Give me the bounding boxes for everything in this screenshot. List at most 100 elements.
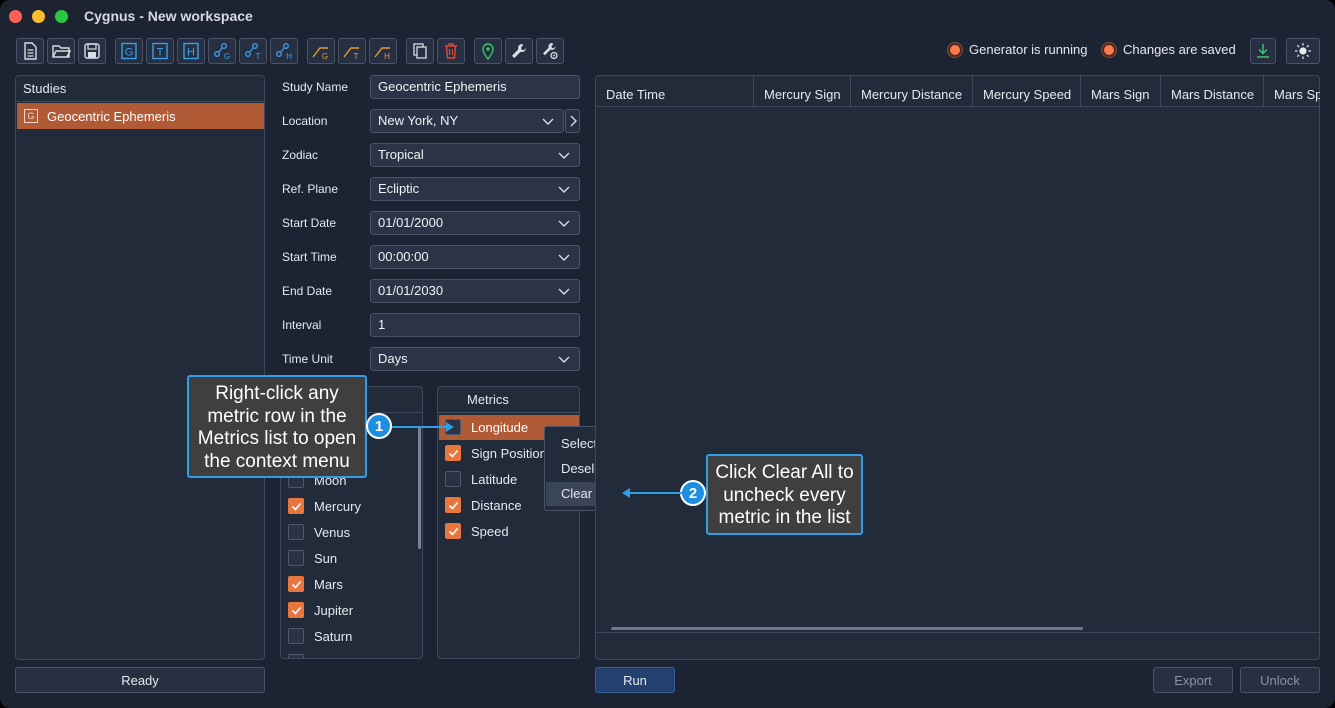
h-chart-button[interactable]: H [270,38,298,64]
open-folder-button[interactable] [47,38,75,64]
end-date-value: 01/01/2030 [378,283,444,298]
study-item[interactable]: G Geocentric Ephemeris [17,103,264,129]
time-unit-value: Days [378,351,408,366]
step-1-badge: 1 [366,413,392,439]
start-date-select[interactable]: 01/01/2000 [370,211,580,235]
list-item[interactable]: Ur [288,650,328,658]
column-header-mercury-sign[interactable]: Mercury Sign [754,76,851,106]
delete-button[interactable] [437,38,465,64]
t-chart-button[interactable]: T [239,38,267,64]
list-item[interactable]: Distance [445,493,522,517]
checkmark-icon [448,501,458,510]
start-time-select[interactable]: 00:00:00 [370,245,580,269]
minimize-window-button[interactable] [32,10,45,23]
list-item[interactable]: Mercury [288,494,361,518]
checkbox[interactable] [288,576,304,592]
time-unit-select[interactable]: Days [370,347,580,371]
download-button[interactable] [1250,38,1276,64]
table-horizontal-scrollbar[interactable] [611,627,1083,630]
checkbox[interactable] [445,523,461,539]
list-item[interactable]: Sun [288,546,337,570]
ref-plane-select[interactable]: Ecliptic [370,177,580,201]
body-label: Mars [314,576,343,592]
chevron-down-icon [558,186,570,193]
location-pin-icon [482,43,494,61]
save-status: Changes are saved [1102,42,1236,57]
ready-status-button[interactable]: Ready [15,667,265,693]
table-divider [596,632,1319,633]
g-study-button[interactable]: G [115,38,143,64]
app-window: Cygnus - New workspace G T H G T H G T H… [0,0,1335,708]
checkbox[interactable] [445,445,461,461]
list-item[interactable]: Latitude [445,467,517,491]
t-line-icon: T [343,47,359,61]
chevron-down-icon [558,288,570,295]
h-study-icon: H [183,42,199,60]
g-line-button[interactable]: G [307,38,335,64]
wrench-button[interactable] [505,38,533,64]
list-item[interactable]: Venus [288,520,350,544]
location-next-button[interactable] [565,109,580,133]
interval-input[interactable]: 1 [370,313,580,337]
theme-toggle-button[interactable] [1286,38,1320,64]
results-table [595,75,1320,660]
column-header-mercury-speed[interactable]: Mercury Speed [973,76,1081,106]
h-line-icon: H [374,47,390,61]
interval-label: Interval [282,318,322,332]
export-button[interactable]: Export [1153,667,1233,693]
t-chart-icon: T [245,43,261,61]
g-chart-button[interactable]: G [208,38,236,64]
copy-button[interactable] [406,38,434,64]
h-study-button[interactable]: H [177,38,205,64]
location-label: Location [282,114,328,128]
column-header-mars-sign[interactable]: Mars Sign [1081,76,1161,106]
t-line-button[interactable]: T [338,38,366,64]
checkbox[interactable] [445,497,461,513]
checkbox[interactable] [288,628,304,644]
checkbox[interactable] [445,471,461,487]
bodies-scrollbar[interactable] [418,427,421,549]
svg-text:T: T [256,52,261,61]
body-label: Jupiter [314,602,354,618]
sun-icon [1295,43,1311,59]
save-button[interactable] [78,38,106,64]
callout-step-1: Right-click any metric row in the Metric… [187,375,367,478]
checkbox[interactable] [288,550,304,566]
column-header-mars-speed[interactable]: Mars Sp [1264,76,1320,106]
close-window-button[interactable] [9,10,22,23]
list-item[interactable]: Saturn [288,624,352,648]
location-button[interactable] [474,38,502,64]
checkmark-icon [291,502,301,511]
study-name-input[interactable]: Geocentric Ephemeris [370,75,580,99]
save-status-text: Changes are saved [1123,42,1236,57]
t-study-button[interactable]: T [146,38,174,64]
zodiac-select[interactable]: Tropical [370,143,580,167]
maximize-window-button[interactable] [55,10,68,23]
column-header-mars-distance[interactable]: Mars Distance [1161,76,1264,106]
list-item[interactable]: Sign Position [445,441,547,465]
chevron-down-icon [542,118,554,125]
checkmark-icon [291,606,301,615]
metric-label: Latitude [471,471,518,487]
end-date-select[interactable]: 01/01/2030 [370,279,580,303]
column-header-mercury-distance[interactable]: Mercury Distance [851,76,973,106]
run-button[interactable]: Run [595,667,675,693]
unlock-button[interactable]: Unlock [1240,667,1320,693]
list-item[interactable]: Jupiter [288,598,353,622]
wrench-settings-button[interactable] [536,38,564,64]
svg-text:G: G [224,52,230,61]
location-select[interactable]: New York, NY [370,109,564,133]
list-item[interactable]: Speed [445,519,509,543]
new-file-button[interactable] [16,38,44,64]
checkbox[interactable] [288,602,304,618]
study-type-icon: G [24,109,38,123]
checkbox[interactable] [288,524,304,540]
svg-text:T: T [354,52,359,61]
column-header-date-time[interactable]: Date Time [596,76,754,106]
list-item[interactable]: Mars [288,572,343,596]
start-date-value: 01/01/2000 [378,215,444,230]
generator-status: Generator is running [948,42,1088,57]
h-line-button[interactable]: H [369,38,397,64]
checkbox[interactable] [288,654,304,658]
checkbox[interactable] [288,498,304,514]
